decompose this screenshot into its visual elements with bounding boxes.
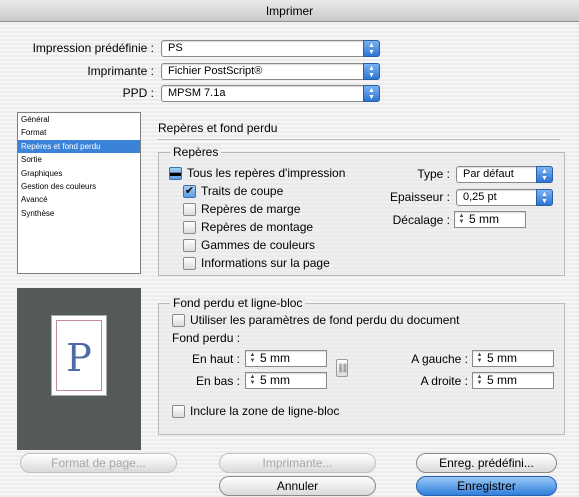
weight-label: Epaisseur : [389,190,450,204]
right-bleed-input[interactable]: ▲ ▼ 5 mm [472,372,554,389]
up-down-arrows-icon: ▲ ▼ [536,189,553,206]
marks-title: Repères [170,145,222,159]
sidebar-item-output[interactable]: Sortie [18,153,140,166]
stepper-icon[interactable]: ▲ ▼ [475,374,484,387]
save-button[interactable]: Enregistrer [416,476,557,496]
stepper-icon[interactable]: ▲ ▼ [248,352,257,365]
preset-label: Impression prédéfinie : [32,41,154,55]
left-bleed-input[interactable]: ▲ ▼ 5 mm [472,350,554,367]
margin-marks-label: Repères de marge [201,202,301,216]
top-bleed-label: En haut : [191,352,240,366]
cancel-button[interactable]: Annuler [219,476,376,496]
margin-marks-checkbox[interactable]: Repères de marge [183,202,300,216]
trim-marks-label: Traits de coupe [201,184,284,198]
use-doc-bleed-label: Utiliser les paramètres de fond perdu du… [190,313,460,327]
ppd-label: PPD : [122,86,154,100]
type-label: Type : [417,167,450,181]
printer-label: Imprimante : [87,64,154,78]
page-info-checkbox[interactable]: Informations sur la page [183,256,330,270]
ppd-popup[interactable]: MPSM 7.1a ▲ ▼ [161,85,380,102]
bottom-bleed-value: 5 mm [260,373,290,387]
heading-divider [158,139,560,140]
color-bars-checkbox[interactable]: Gammes de couleurs [183,238,315,252]
type-popup[interactable]: Par défaut ▲ ▼ [456,166,553,183]
top-bleed-value: 5 mm [260,351,290,365]
sidebar-item-marks-bleed[interactable]: Repères et fond perdu [18,139,140,154]
weight-popup[interactable]: 0,25 pt ▲ ▼ [456,189,553,206]
left-bleed-label: A gauche : [411,352,468,366]
weight-value: 0,25 pt [463,191,497,203]
sidebar-item-advanced[interactable]: Avancé [18,193,140,206]
printer-popup[interactable]: Fichier PostScript® ▲ ▼ [161,63,380,80]
up-down-arrows-icon: ▲ ▼ [363,40,380,57]
trim-marks-checkbox[interactable]: ✔ Traits de coupe [183,184,283,198]
type-value: Par défaut [463,168,514,180]
chain-link-icon[interactable]: ⛓ [336,359,348,377]
stepper-icon[interactable]: ▲ ▼ [457,213,466,226]
sidebar-item-general[interactable]: Général [18,113,140,126]
include-slug-checkbox[interactable]: Inclure la zone de ligne-bloc [172,404,339,418]
dash-icon: ▬ [169,166,182,180]
right-bleed-value: 5 mm [487,373,517,387]
up-down-arrows-icon: ▲ ▼ [536,166,553,183]
save-preset-button[interactable]: Enreg. prédéfini... [416,453,557,473]
include-slug-label: Inclure la zone de ligne-bloc [190,404,340,418]
checkmark-icon: ✔ [183,184,196,198]
printer-value: Fichier PostScript® [168,65,263,77]
page-setup-button[interactable]: Format de page... [20,453,177,473]
sidebar-item-graphics[interactable]: Graphiques [18,167,140,180]
registration-marks-label: Repères de montage [201,220,314,234]
right-bleed-label: A droite : [420,374,468,388]
preset-value: PS [168,42,183,54]
registration-marks-checkbox[interactable]: Repères de montage [183,220,313,234]
page-preview: P [17,288,141,450]
bottom-bleed-label: En bas : [195,374,240,388]
up-down-arrows-icon: ▲ ▼ [363,63,380,80]
bleed-title: Fond perdu et ligne-bloc [170,296,306,310]
preset-popup[interactable]: PS ▲ ▼ [161,40,380,57]
sidebar-item-format[interactable]: Format [18,126,140,139]
stepper-icon[interactable]: ▲ ▼ [475,352,484,365]
category-list: Général Format Repères et fond perdu Sor… [17,112,141,274]
all-marks-checkbox[interactable]: ▬ Tous les repères d'impression [169,166,345,180]
bottom-bleed-input[interactable]: ▲ ▼ 5 mm [245,372,327,389]
preview-letter: P [66,336,92,380]
stepper-icon[interactable]: ▲ ▼ [248,374,257,387]
offset-label: Décalage : [392,213,450,227]
use-doc-bleed-checkbox[interactable]: Utiliser les paramètres de fond perdu du… [172,313,459,327]
left-bleed-value: 5 mm [487,351,517,365]
up-down-arrows-icon: ▲ ▼ [363,85,380,102]
ppd-value: MPSM 7.1a [168,87,226,99]
page-info-label: Informations sur la page [201,256,330,270]
printer-button[interactable]: Imprimante... [219,453,376,473]
window-title: Imprimer [0,0,579,22]
sidebar-item-color-management[interactable]: Gestion des couleurs [18,180,140,193]
offset-input[interactable]: ▲ ▼ 5 mm [454,211,526,228]
offset-value: 5 mm [469,212,499,226]
color-bars-label: Gammes de couleurs [201,238,316,252]
sidebar-item-summary[interactable]: Synthèse [18,207,140,220]
print-dialog: Imprimer Impression prédéfinie : PS ▲ ▼ I… [0,0,579,497]
preview-page: P [51,315,107,396]
page-heading: Repères et fond perdu [158,121,278,135]
top-bleed-input[interactable]: ▲ ▼ 5 mm [245,350,327,367]
all-marks-label: Tous les repères d'impression [187,166,346,180]
bleed-label: Fond perdu : [172,331,241,345]
